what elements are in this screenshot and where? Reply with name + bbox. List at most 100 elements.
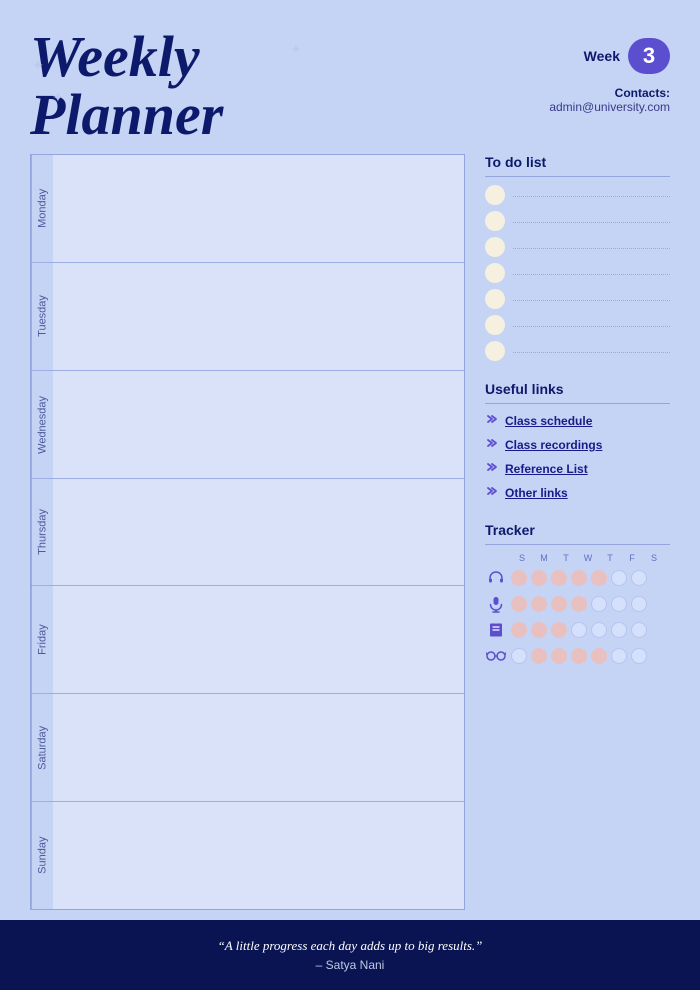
todo-items [485, 185, 670, 361]
tracker-dot[interactable] [551, 648, 567, 664]
day-content-friday[interactable] [53, 586, 464, 693]
todo-item [485, 315, 670, 335]
day-label-monday: Monday [31, 155, 53, 262]
link-arrow-icon [485, 484, 499, 502]
tracker-dot[interactable] [551, 622, 567, 638]
tracker-rows [485, 567, 670, 667]
star-deco-3: ✦ [290, 42, 302, 59]
tracker-dots [511, 570, 647, 586]
todo-title: To do list [485, 154, 670, 170]
day-label-sunday: Sunday [31, 802, 53, 909]
contacts-email: admin@university.com [549, 100, 670, 114]
day-label-thursday: Thursday [31, 479, 53, 586]
link-text[interactable]: Reference List [505, 462, 588, 476]
tracker-dot[interactable] [511, 596, 527, 612]
todo-circle[interactable] [485, 185, 505, 205]
day-label-wednesday: Wednesday [31, 371, 53, 478]
tracker-dot[interactable] [531, 648, 547, 664]
tracker-dot[interactable] [531, 622, 547, 638]
link-item[interactable]: Reference List [485, 460, 670, 478]
tracker-row [485, 593, 670, 615]
sidebar: To do list Useful links Class scheduleCl… [485, 154, 670, 910]
tracker-dot[interactable] [631, 622, 647, 638]
link-item[interactable]: Class recordings [485, 436, 670, 454]
todo-item [485, 263, 670, 283]
todo-line [513, 274, 670, 275]
tracker-dot[interactable] [531, 596, 547, 612]
day-content-monday[interactable] [53, 155, 464, 262]
links-section: Useful links Class scheduleClass recordi… [485, 381, 670, 508]
link-item[interactable]: Other links [485, 484, 670, 502]
tracker-day-label: F [623, 553, 641, 563]
day-content-sunday[interactable] [53, 802, 464, 909]
tracker-row [485, 619, 670, 641]
page-container: ✦ ✦ ✦ Weekly Planner Week 3 Contacts: ad… [0, 0, 700, 990]
link-arrow-icon [485, 412, 499, 430]
tracker-dot[interactable] [551, 596, 567, 612]
link-arrow-icon [485, 460, 499, 478]
todo-item [485, 237, 670, 257]
day-content-wednesday[interactable] [53, 371, 464, 478]
tracker-dot[interactable] [611, 596, 627, 612]
tracker-dot[interactable] [511, 648, 527, 664]
tracker-dot[interactable] [591, 622, 607, 638]
tracker-dot[interactable] [571, 570, 587, 586]
tracker-dot[interactable] [611, 570, 627, 586]
tracker-day-label: T [601, 553, 619, 563]
tracker-dot[interactable] [531, 570, 547, 586]
tracker-dot[interactable] [551, 570, 567, 586]
tracker-icon-glasses [485, 645, 507, 667]
link-text[interactable]: Class recordings [505, 438, 602, 452]
links-divider [485, 403, 670, 404]
contacts-label: Contacts: [549, 86, 670, 100]
star-deco-1: ✦ [32, 58, 44, 75]
todo-circle[interactable] [485, 211, 505, 231]
header-right: Week 3 Contacts: admin@university.com [549, 28, 670, 114]
todo-circle[interactable] [485, 289, 505, 309]
tracker-dot[interactable] [631, 648, 647, 664]
contacts-block: Contacts: admin@university.com [549, 86, 670, 114]
tracker-divider [485, 544, 670, 545]
todo-circle[interactable] [485, 315, 505, 335]
tracker-dot[interactable] [611, 648, 627, 664]
day-row: Saturday [31, 694, 464, 802]
todo-divider [485, 176, 670, 177]
tracker-dot[interactable] [631, 570, 647, 586]
tracker-dot[interactable] [611, 622, 627, 638]
tracker-dot[interactable] [591, 596, 607, 612]
todo-item [485, 185, 670, 205]
day-content-saturday[interactable] [53, 694, 464, 801]
tracker-dot[interactable] [591, 648, 607, 664]
day-row: Thursday [31, 479, 464, 587]
links-items: Class schedule Class recordings Reference … [485, 412, 670, 502]
link-text[interactable]: Other links [505, 486, 568, 500]
day-content-tuesday[interactable] [53, 263, 464, 370]
tracker-row [485, 645, 670, 667]
tracker-row [485, 567, 670, 589]
todo-circle[interactable] [485, 263, 505, 283]
todo-line [513, 352, 670, 353]
todo-line [513, 300, 670, 301]
link-text[interactable]: Class schedule [505, 414, 592, 428]
tracker-dot[interactable] [571, 648, 587, 664]
link-item[interactable]: Class schedule [485, 412, 670, 430]
todo-circle[interactable] [485, 237, 505, 257]
tracker-dot[interactable] [571, 622, 587, 638]
tracker-day-label: T [557, 553, 575, 563]
day-content-thursday[interactable] [53, 479, 464, 586]
footer: “A little progress each day adds up to b… [0, 920, 700, 990]
week-label: Week [584, 48, 620, 64]
tracker-title: Tracker [485, 522, 670, 538]
tracker-icon-headphones [485, 567, 507, 589]
week-number: 3 [628, 38, 670, 74]
tracker-dot[interactable] [511, 570, 527, 586]
tracker-dot[interactable] [631, 596, 647, 612]
tracker-day-label: W [579, 553, 597, 563]
tracker-dot[interactable] [571, 596, 587, 612]
tracker-dot[interactable] [591, 570, 607, 586]
todo-item [485, 289, 670, 309]
todo-circle[interactable] [485, 341, 505, 361]
todo-line [513, 248, 670, 249]
title-block: Weekly Planner [30, 28, 223, 144]
tracker-dot[interactable] [511, 622, 527, 638]
